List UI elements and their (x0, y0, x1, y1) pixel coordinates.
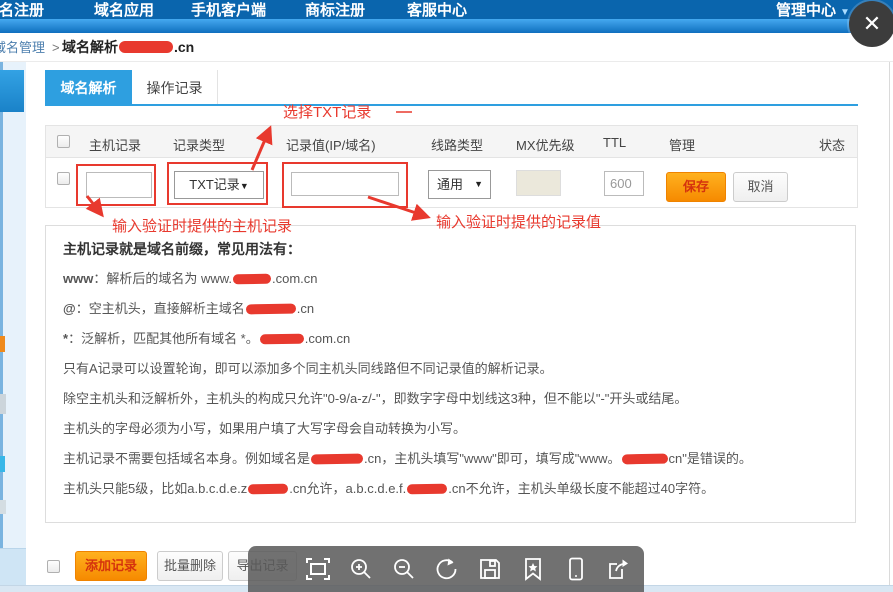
chevron-down-icon: ▼ (240, 181, 249, 191)
top-navbar: 域名注册 域名应用 手机客户端 商标注册 客服中心 管理中心 ▼ (0, 0, 893, 33)
save-icon[interactable] (476, 555, 504, 583)
annotation-host-hint: 输入验证时提供的主机记录 (112, 215, 292, 236)
mx-priority-input-disabled (516, 170, 561, 196)
dns-record-table: 主机记录 记录类型 记录值(IP/域名) 线路类型 MX优先级 TTL 管理 状… (45, 125, 858, 208)
account-center-label: 管理中心 (776, 2, 836, 19)
chevron-down-icon: ▼ (474, 171, 483, 198)
nav-item-support[interactable]: 客服中心 (407, 1, 467, 20)
help-line: www：解析后的域名为 www..com.cn (63, 272, 845, 286)
line-type-select[interactable]: 通用 ▼ (428, 170, 491, 199)
breadcrumb-page: 域名解析 .cn (62, 33, 194, 62)
help-line: 除空主机头和泛解析外，主机头的构成只允许"0-9/a-z/-"，即数字字母中划线… (63, 392, 845, 406)
navbar-accent-band (0, 19, 893, 33)
annotation-value-hint: 输入验证时提供的记录值 (436, 211, 601, 232)
breadcrumb-separator: > (52, 33, 60, 62)
annotation-dash (396, 111, 412, 113)
nav-item-mobile-client[interactable]: 手机客户端 (191, 1, 266, 20)
row-checkbox[interactable] (57, 172, 70, 185)
redaction-scribble (246, 304, 296, 315)
record-type-select[interactable]: TXT记录▼ (174, 171, 264, 199)
nav-item-domain-register[interactable]: 域名注册 (0, 1, 44, 20)
table-header-row: 主机记录 记录类型 记录值(IP/域名) 线路类型 MX优先级 TTL 管理 状… (46, 126, 857, 158)
background-gray-fragment (0, 500, 6, 514)
help-panel: 主机记录就是域名前缀，常见用法有： www：解析后的域名为 www..com.c… (45, 225, 856, 523)
ttl-input[interactable] (604, 171, 644, 196)
redaction-scribble (248, 484, 288, 495)
zoom-out-icon[interactable] (390, 555, 418, 583)
col-record-value: 记录值(IP/域名) (286, 135, 376, 154)
redaction-scribble (119, 41, 173, 53)
help-line: *：泛解析，匹配其他所有域名 *。.com.cn (63, 332, 845, 346)
nav-item-account-center[interactable]: 管理中心 ▼ (776, 1, 850, 22)
window-right-edge (889, 62, 890, 592)
zoom-in-icon[interactable] (347, 555, 375, 583)
nav-item-domain-app[interactable]: 域名应用 (94, 1, 154, 20)
col-manage: 管理 (669, 135, 695, 154)
help-line: 主机头只能5级，比如a.b.c.d.e.z.cn允许，a.b.c.d.e.f..… (63, 482, 845, 496)
breadcrumb-page-label: 域名解析 (62, 39, 118, 55)
tab-underline (45, 104, 858, 106)
col-host-record: 主机记录 (89, 135, 141, 154)
help-line: 主机记录不需要包括域名本身。例如域名是.cn，主机头填写"www"即可，填写成"… (63, 452, 845, 466)
help-line: 只有A记录可以设置轮询，即可以添加多个同主机头同线路但不同记录值的解析记录。 (63, 362, 845, 376)
help-line: 主机头的字母必须为小写，如果用户填了大写字母会自动转换为小写。 (63, 422, 845, 436)
background-orange-fragment (0, 336, 5, 352)
chevron-down-icon: ▼ (840, 7, 850, 18)
redaction-scribble (311, 454, 363, 465)
col-record-type: 记录类型 (173, 135, 225, 154)
annotation-select-txt: 选择TXT记录 (283, 101, 371, 122)
breadcrumb-page-suffix: .cn (174, 39, 194, 55)
domain-dns-page: 域名注册 域名应用 手机客户端 商标注册 客服中心 管理中心 ▼ ✕ 域名管理 >… (0, 0, 893, 592)
capture-frame-icon[interactable] (304, 555, 332, 583)
background-cyan-fragment (0, 456, 5, 472)
breadcrumb: 域名管理 > 域名解析 .cn (0, 33, 893, 62)
tab-dns-records[interactable]: 域名解析 (45, 70, 132, 106)
nav-item-trademark[interactable]: 商标注册 (305, 1, 365, 20)
host-record-input[interactable] (86, 172, 152, 198)
background-gray-fragment (0, 394, 6, 414)
help-line: 主机记录就是域名前缀，常见用法有： (63, 242, 845, 256)
redaction-scribble (407, 484, 447, 495)
rotate-icon[interactable] (433, 555, 461, 583)
col-mx-priority: MX优先级 (516, 135, 575, 154)
col-ttl: TTL (603, 135, 626, 150)
select-all-checkbox[interactable] (57, 135, 70, 148)
record-type-value: TXT记录 (189, 177, 240, 192)
redaction-scribble (233, 274, 271, 285)
add-record-button[interactable]: 添加记录 (75, 551, 147, 581)
redaction-scribble (621, 454, 667, 465)
screenshot-toolbar (248, 546, 644, 592)
tab-operation-log[interactable]: 操作记录 (132, 70, 218, 106)
close-button[interactable]: ✕ (849, 1, 893, 47)
batch-delete-button[interactable]: 批量删除 (157, 551, 223, 581)
line-type-value: 通用 (437, 177, 463, 192)
share-icon[interactable] (605, 555, 633, 583)
cancel-button[interactable]: 取消 (733, 172, 788, 202)
footer-select-all-checkbox[interactable] (47, 560, 60, 573)
device-icon[interactable] (562, 555, 590, 583)
save-button[interactable]: 保存 (666, 172, 726, 202)
redaction-scribble (260, 334, 304, 345)
col-line-type: 线路类型 (431, 135, 483, 154)
breadcrumb-section[interactable]: 域名管理 (0, 33, 45, 62)
background-sidebar-fragment (0, 70, 24, 112)
bookmark-star-icon[interactable] (519, 555, 547, 583)
close-icon: ✕ (863, 11, 881, 36)
record-value-input[interactable] (291, 172, 399, 196)
col-status: 状态 (819, 135, 845, 154)
help-line: @：空主机头，直接解析主域名.cn (63, 302, 845, 316)
